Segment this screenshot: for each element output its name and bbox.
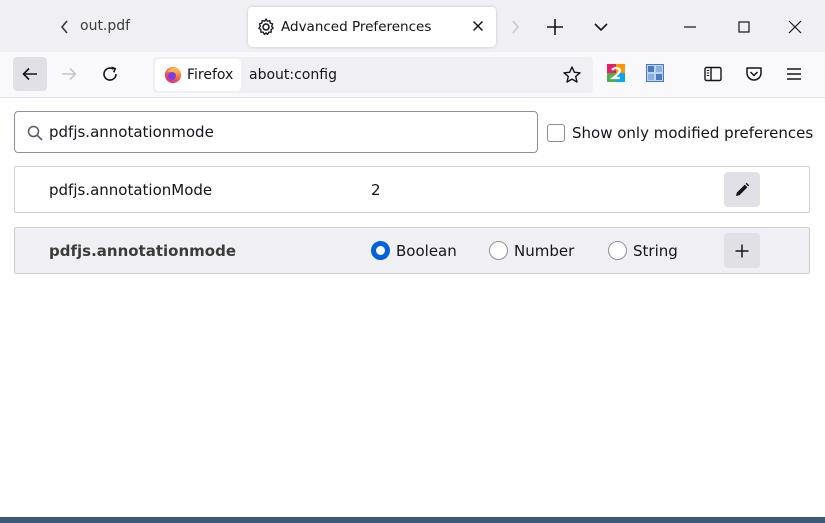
preference-name: pdfjs.annotationMode [49, 181, 213, 199]
preference-value[interactable]: 2 [371, 181, 381, 199]
tab-strip: out.pdf Advanced Preferences [0, 0, 825, 52]
preference-row: pdfjs.annotationMode 2 [14, 166, 810, 213]
navigation-toolbar: Firefox about:config [0, 52, 825, 98]
window-close-icon[interactable] [784, 16, 806, 38]
maximize-icon[interactable] [733, 16, 755, 38]
tab-scroll-left-button[interactable] [56, 16, 74, 38]
sidebar-icon[interactable] [703, 64, 723, 84]
type-number-radio[interactable] [489, 241, 508, 260]
firefox-logo-icon [165, 67, 181, 83]
plus-icon [735, 244, 749, 258]
identity-label: Firefox [187, 67, 234, 83]
search-icon [27, 125, 43, 141]
search-box[interactable] [14, 111, 538, 153]
pocket-icon[interactable] [744, 64, 764, 84]
forward-arrow-icon [62, 67, 77, 81]
browser-window: out.pdf Advanced Preferences Firefox abo… [0, 0, 825, 523]
modified-only-checkbox[interactable] [547, 124, 565, 142]
tab-title: Advanced Preferences [281, 19, 432, 35]
type-boolean-radio[interactable] [371, 241, 390, 260]
back-arrow-icon [22, 67, 37, 81]
star-icon[interactable] [562, 65, 582, 85]
tab-scroll-right-button[interactable] [506, 16, 524, 38]
reload-button[interactable] [93, 57, 127, 91]
url-text[interactable]: about:config [249, 67, 337, 83]
chevron-right-icon [512, 20, 520, 34]
type-string-label[interactable]: String [633, 242, 678, 260]
type-number-label[interactable]: Number [514, 242, 574, 260]
minimize-icon[interactable] [679, 16, 701, 38]
back-button[interactable] [13, 57, 47, 91]
edit-button[interactable] [724, 172, 760, 207]
extension-grid-icon[interactable] [646, 64, 664, 82]
identity-box[interactable]: Firefox [155, 59, 241, 91]
gear-icon [258, 18, 274, 36]
tab-pdf-label[interactable]: out.pdf [80, 18, 130, 34]
tab-advanced-preferences[interactable]: Advanced Preferences [248, 7, 496, 47]
about-config-page: Show only modified preferences pdfjs.ann… [0, 99, 825, 523]
pencil-icon [736, 182, 750, 196]
forward-button[interactable] [52, 57, 86, 91]
extension-2-icon[interactable] [607, 64, 625, 82]
type-boolean-label[interactable]: Boolean [396, 242, 457, 260]
desktop-background-strip [0, 517, 825, 523]
reload-icon [103, 66, 117, 81]
tab-list-chevron-down-icon[interactable] [590, 16, 612, 38]
modified-only-label[interactable]: Show only modified preferences [572, 124, 813, 142]
hamburger-menu-icon[interactable] [784, 64, 804, 84]
chevron-left-icon [60, 20, 68, 34]
new-preference-row: pdfjs.annotationmode Boolean Number Stri… [14, 227, 810, 274]
close-icon[interactable] [470, 18, 486, 34]
url-bar[interactable]: Firefox about:config [153, 57, 593, 93]
type-string-radio[interactable] [608, 241, 627, 260]
search-input[interactable] [49, 112, 529, 152]
add-button[interactable] [724, 233, 760, 268]
new-tab-plus-icon[interactable] [544, 16, 566, 38]
new-preference-name: pdfjs.annotationmode [49, 242, 236, 260]
